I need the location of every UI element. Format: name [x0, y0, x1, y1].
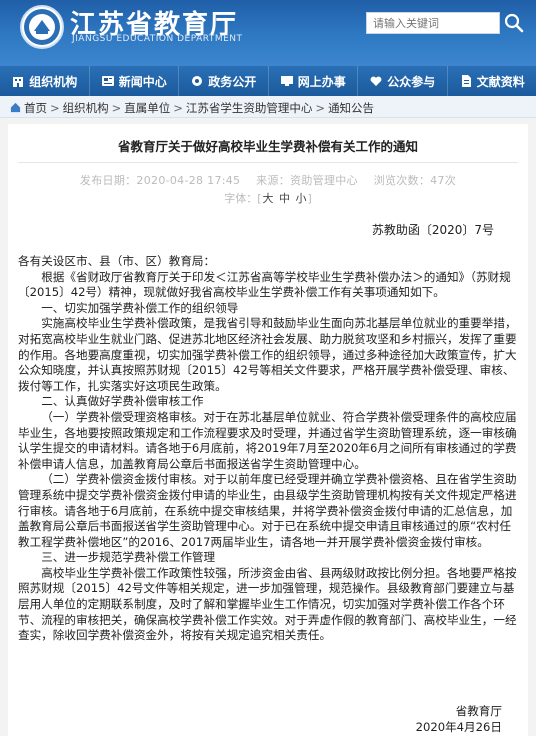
section-heading: 二、认真做好学费补偿审核工作: [41, 394, 204, 409]
breadcrumb-notices[interactable]: 通知公告: [328, 101, 374, 115]
signoff-org: 省教育厅: [455, 704, 502, 718]
paragraph: 实施高校毕业生学费补偿政策，是我省引导和鼓励毕业生面向苏北基层单位就业的重要举措…: [18, 316, 517, 393]
breadcrumb-separator: >: [50, 101, 60, 115]
font-large-button[interactable]: 大: [263, 192, 274, 205]
emblem-icon: [24, 9, 60, 45]
article-card: 省教育厅关于做好高校毕业生学费补偿有关工作的通知 发布日期：2020-04-28…: [8, 124, 528, 736]
paragraph: 高校毕业生学费补偿工作政策性较强，所涉资金由省、县两级财政按比例分担。各地要严格…: [18, 565, 517, 643]
font-small-button[interactable]: 小: [296, 192, 307, 205]
nav-label: 政务公开: [208, 74, 257, 89]
main-nav: 组织机构 新闻中心 政务公开 网上办事 公众参与 文献资料: [0, 66, 536, 96]
font-size-selector: 字体：[大 中 小]: [224, 192, 312, 205]
gear-icon: [192, 76, 203, 86]
breadcrumb-org[interactable]: 组织机构: [63, 101, 109, 115]
font-medium-button[interactable]: 中: [279, 192, 290, 205]
news-icon: [101, 76, 114, 86]
nav-org[interactable]: 组织机构: [0, 66, 90, 96]
nav-label: 文献资料: [476, 74, 525, 89]
breadcrumb-center[interactable]: 江苏省学生资助管理中心: [186, 101, 313, 115]
nav-online[interactable]: 网上办事: [269, 66, 358, 96]
nav-gov[interactable]: 政务公开: [179, 66, 269, 96]
breadcrumb-units[interactable]: 直属单位: [124, 101, 170, 115]
document-icon: [461, 75, 471, 87]
article-body: 各有关设区市、县（市、区）教育局： 根据《省财政厅省教育厅关于印发＜江苏省高等学…: [18, 254, 520, 644]
title-divider: [18, 162, 518, 163]
breadcrumb-separator: >: [111, 101, 122, 115]
nav-public[interactable]: 公众参与: [358, 66, 448, 96]
nav-label: 网上办事: [297, 74, 346, 89]
nav-docs[interactable]: 文献资料: [448, 66, 536, 96]
site-subtitle: JIANGSU EDUCATION DEPARTMENT: [72, 34, 243, 44]
building-icon: [13, 77, 24, 87]
article-title: 省教育厅关于做好高校毕业生学费补偿有关工作的通知: [117, 139, 418, 154]
signoff: 省教育厅 2020年4月26日: [416, 704, 502, 735]
site-header: 江苏省教育厅 JIANGSU EDUCATION DEPARTMENT: [0, 0, 536, 66]
heart-icon: [370, 76, 382, 86]
font-size-label: 字体：: [224, 192, 258, 205]
site-logo[interactable]: [20, 5, 64, 49]
breadcrumb-home[interactable]: 首页: [24, 101, 47, 115]
nav-label: 公众参与: [387, 74, 436, 89]
monitor-icon: [280, 76, 293, 86]
salutation: 各有关设区市、县（市、区）教育局：: [18, 254, 216, 268]
paragraph: （一）学费补偿受理资格审核。对于在苏北基层单位就业、符合学费补偿受理条件的高校应…: [18, 409, 517, 471]
article-meta: 发布日期：2020-04-28 17:45 来源：资助管理中心 浏览次数：47次: [8, 172, 528, 188]
document-number: 苏教助函〔2020〕7号: [371, 223, 494, 237]
nav-news[interactable]: 新闻中心: [90, 66, 179, 96]
paragraph: （二）学费补偿资金拨付审核。对于以前年度已经受理并确立学费补偿资格、且在省学生资…: [18, 472, 517, 549]
nav-label: 组织机构: [29, 74, 78, 89]
article-source: 来源：资助管理中心: [256, 174, 358, 187]
section-heading: 三、进一步规范学费补偿工作管理: [41, 550, 216, 565]
breadcrumb: 首页 > 组织机构 > 直属单位 > 江苏省学生资助管理中心 > 通知公告: [0, 96, 536, 118]
paragraph: 根据《省财政厅省教育厅关于印发＜江苏省高等学校毕业生学费补偿办法＞的通知》（苏财…: [18, 269, 511, 300]
search-icon[interactable]: [502, 11, 526, 35]
nav-label: 新闻中心: [118, 74, 167, 89]
home-icon: [10, 102, 21, 113]
view-count: 浏览次数：47次: [373, 174, 457, 187]
signoff-date: 2020年4月26日: [415, 719, 502, 734]
publish-date: 发布日期：2020-04-28 17:45: [79, 174, 241, 187]
breadcrumb-separator: >: [173, 101, 183, 115]
search-input[interactable]: [366, 12, 500, 34]
breadcrumb-separator: >: [315, 101, 326, 115]
section-heading: 一、切实加强学费补偿工作的组织领导: [41, 300, 239, 315]
